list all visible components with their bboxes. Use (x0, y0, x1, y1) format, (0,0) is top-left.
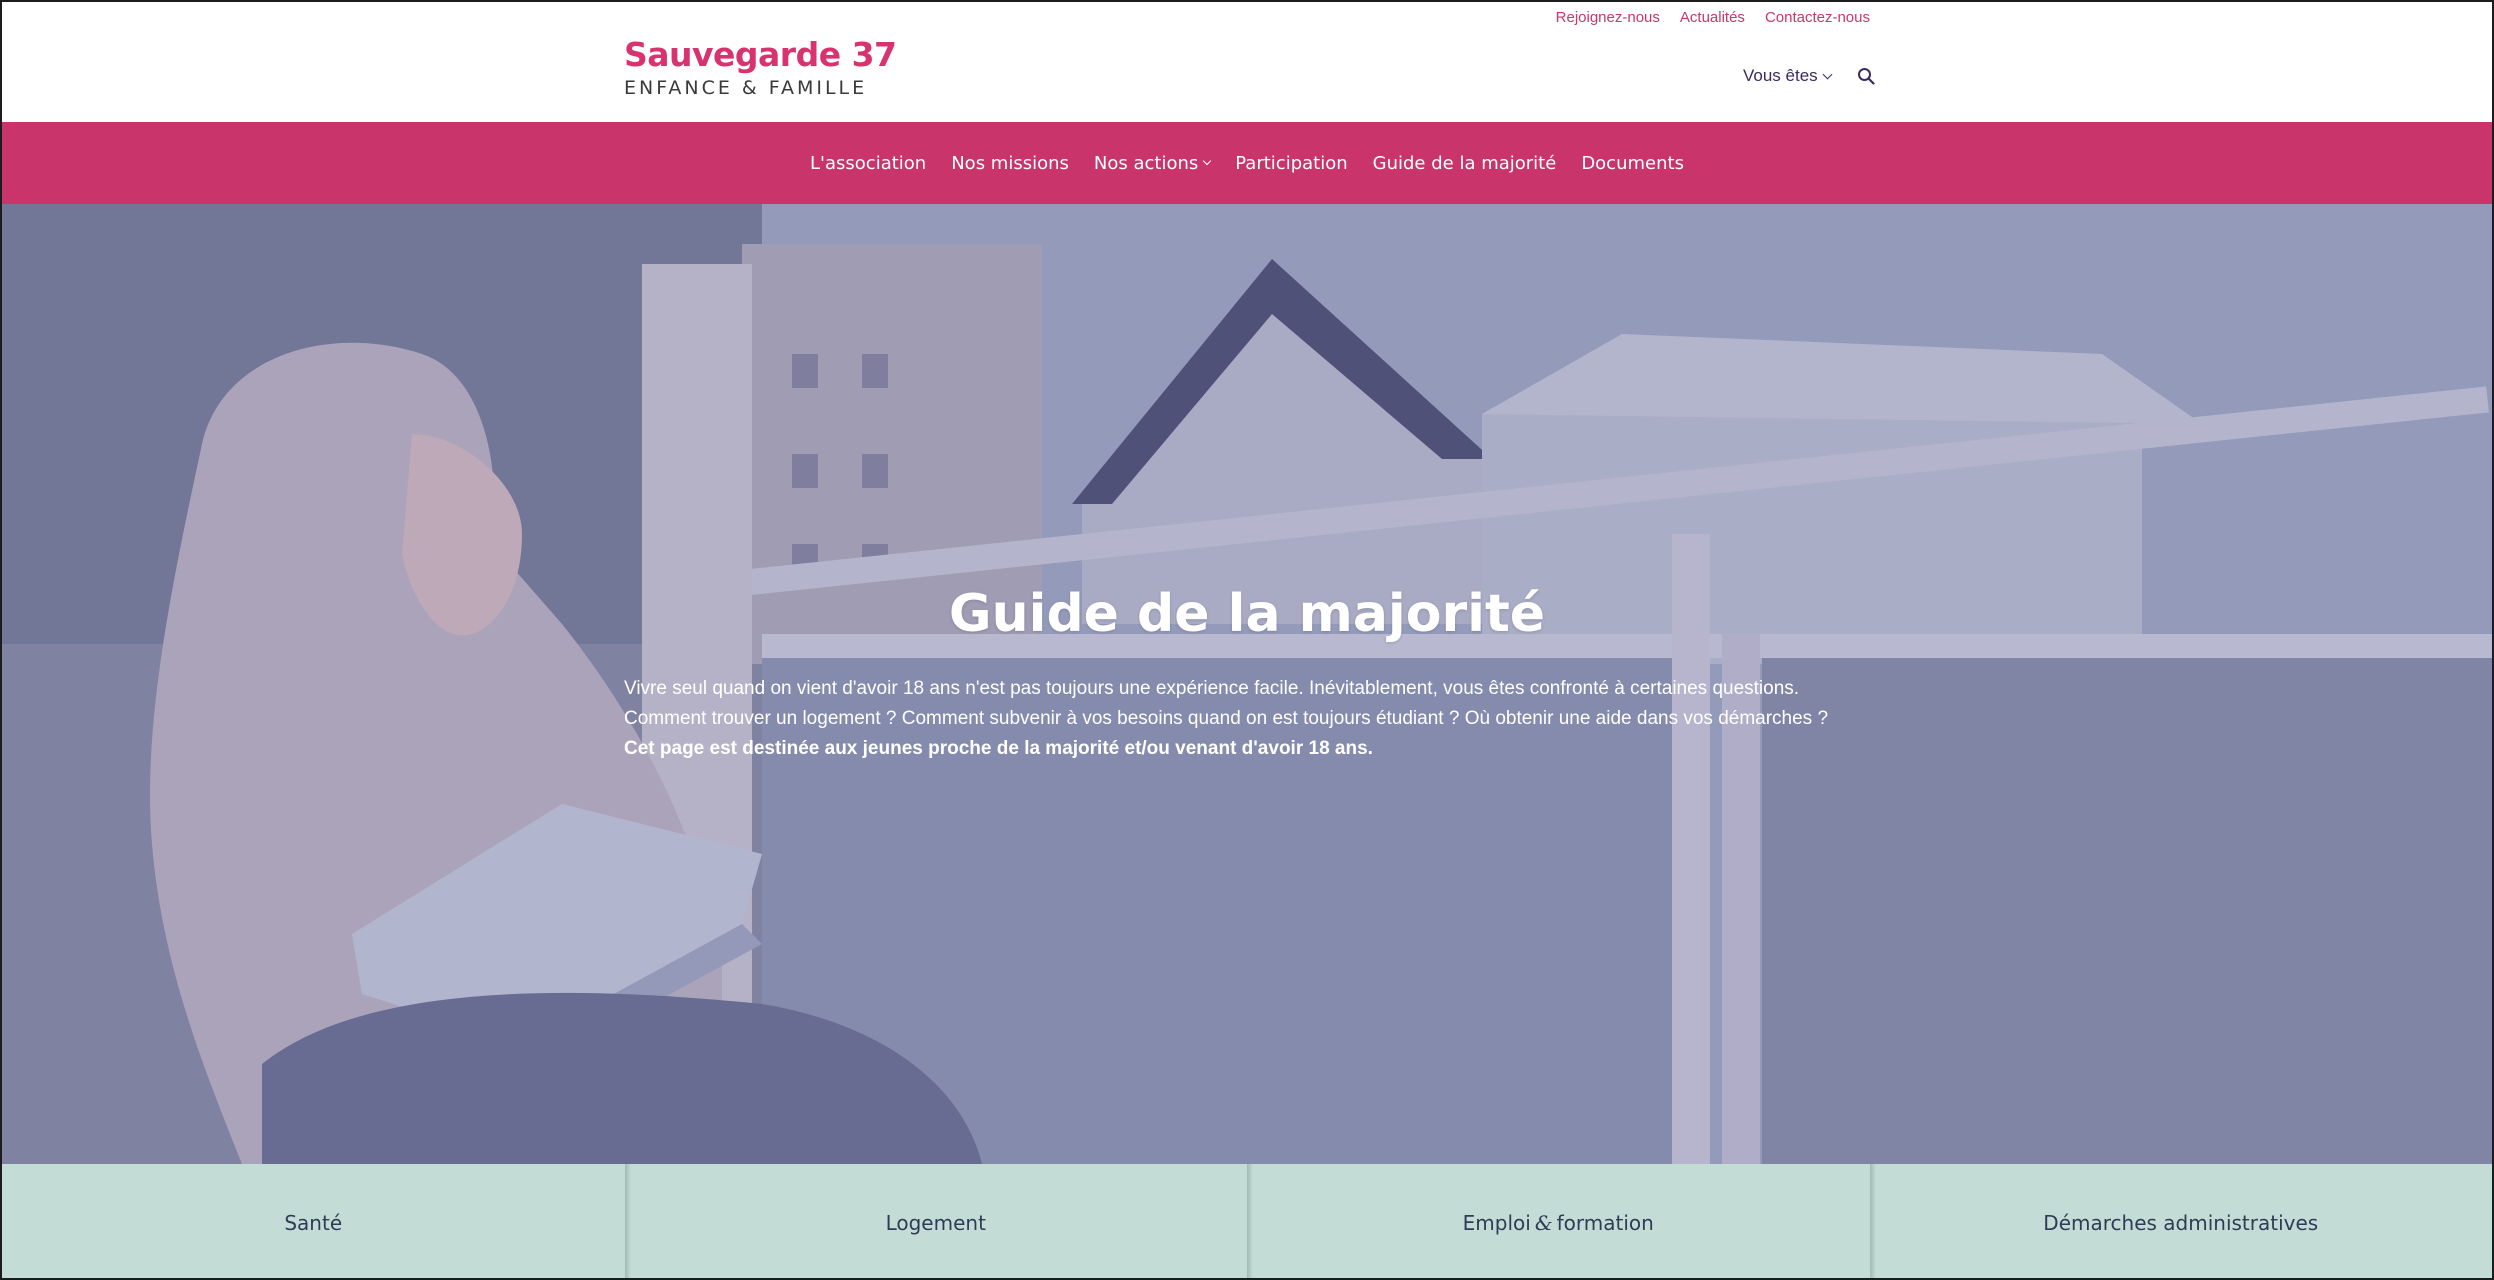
nav-item-actions[interactable]: Nos actions (1093, 152, 1212, 174)
intro-line: Comment trouver un logement ? Comment su… (624, 708, 1829, 729)
chevron-down-icon (1203, 156, 1212, 166)
chevron-down-icon (1822, 69, 1833, 79)
nav-item-majority-guide[interactable]: Guide de la majorité (1373, 153, 1557, 174)
link-news[interactable]: Actualités (1680, 8, 1745, 28)
site-logo[interactable]: Sauvegarde 37 ENFANCE & FAMILLE (624, 36, 897, 100)
link-contact[interactable]: Contactez-nous (1765, 8, 1870, 28)
main-nav-bar: L'association Nos missions Nos actions P… (2, 122, 2492, 204)
site-header: Sauvegarde 37 ENFANCE & FAMILLE Rejoigne… (2, 2, 2492, 122)
topic-tabs: Santé Logement Emploi & formation Démarc… (2, 1164, 2493, 1278)
page-title: Guide de la majorité (948, 584, 1546, 644)
tab-label: Logement (885, 1211, 986, 1235)
top-links: Rejoignez-nous Actualités Contactez-nous (1556, 8, 1870, 28)
nav-item-association[interactable]: L'association (810, 153, 926, 174)
you-are-label: Vous êtes (1743, 66, 1818, 85)
main-nav: L'association Nos missions Nos actions P… (810, 153, 1684, 174)
nav-label: Participation (1235, 152, 1348, 174)
nav-item-documents[interactable]: Documents (1581, 153, 1684, 174)
tab-health[interactable]: Santé (2, 1164, 625, 1278)
logo-title: Sauvegarde 37 (624, 35, 897, 74)
tab-label: Emploi (1462, 1211, 1531, 1235)
hero-banner: Guide de la majorité Vivre seul quand on… (2, 204, 2492, 1164)
link-join-us[interactable]: Rejoignez-nous (1556, 8, 1660, 28)
search-icon[interactable] (1857, 67, 1875, 85)
hero-intro: Vivre seul quand on vient d'avoir 18 ans… (624, 674, 1884, 764)
browser-viewport: Sauvegarde 37 ENFANCE & FAMILLE Rejoigne… (0, 0, 2494, 1280)
nav-item-participation[interactable]: Participation (1235, 153, 1347, 174)
intro-line-bold: Cet page est destinée aux jeunes proche … (624, 738, 1373, 759)
nav-item-missions[interactable]: Nos missions (951, 153, 1069, 174)
nav-label: Nos actions (1093, 152, 1199, 174)
tab-admin-procedures[interactable]: Démarches administratives (1869, 1164, 2493, 1278)
tab-label: Démarches administratives (2043, 1211, 2319, 1235)
tab-housing[interactable]: Logement (624, 1164, 1248, 1278)
logo-subtitle: ENFANCE & FAMILLE (624, 77, 868, 99)
tab-label: formation (1556, 1211, 1654, 1235)
nav-label: Nos missions (951, 152, 1069, 174)
tab-label: Santé (284, 1211, 343, 1235)
tab-label-ampersand: & (1534, 1211, 1553, 1235)
you-are-dropdown[interactable]: Vous êtes (1743, 66, 1833, 86)
tab-employment-training[interactable]: Emploi & formation (1247, 1164, 1870, 1278)
intro-line: Vivre seul quand on vient d'avoir 18 ans… (624, 678, 1800, 699)
nav-label: L'association (810, 152, 927, 174)
nav-label: Guide de la majorité (1372, 152, 1557, 174)
nav-label: Documents (1581, 152, 1684, 174)
